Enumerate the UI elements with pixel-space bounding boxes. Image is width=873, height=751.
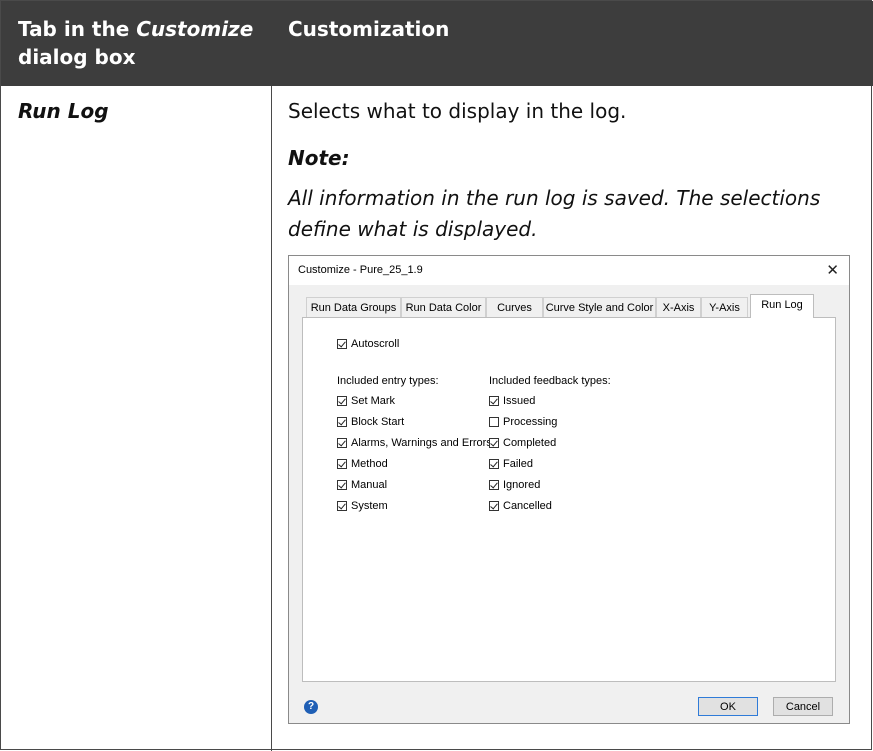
customize-dialog: Customize - Pure_25_1.9 ✕ Run Data Group…: [288, 255, 850, 724]
help-icon[interactable]: ?: [304, 700, 318, 714]
header-column-customization: Customization: [288, 17, 450, 41]
tab-y-axis[interactable]: Y-Axis: [701, 297, 748, 317]
tab-x-axis[interactable]: X-Axis: [656, 297, 701, 317]
tab-run-data-groups[interactable]: Run Data Groups: [306, 297, 401, 317]
checkbox-label: Alarms, Warnings and Errors: [351, 437, 492, 449]
row-label: Run Log: [18, 99, 109, 123]
feedback-type-failed[interactable]: Failed: [489, 458, 533, 470]
checkbox-label: Method: [351, 458, 388, 470]
tab-run-data-color[interactable]: Run Data Color: [401, 297, 486, 317]
entry-type-alarms-warnings-errors[interactable]: Alarms, Warnings and Errors: [337, 437, 492, 449]
checkbox-box[interactable]: [489, 501, 499, 511]
checkbox-label: Completed: [503, 437, 557, 449]
entry-type-method[interactable]: Method: [337, 458, 388, 470]
checkbox-box[interactable]: [489, 459, 499, 469]
header-column-tab: Tab in the Customize dialog box: [18, 15, 258, 71]
checkbox-box[interactable]: [489, 438, 499, 448]
feedback-type-processing[interactable]: Processing: [489, 416, 557, 428]
column-divider: [271, 86, 272, 751]
checkbox-label: Autoscroll: [351, 338, 400, 350]
checkbox-label: Set Mark: [351, 395, 396, 407]
checkbox-label: Manual: [351, 479, 388, 491]
checkbox-label: Processing: [503, 416, 558, 428]
feedback-type-cancelled[interactable]: Cancelled: [489, 500, 552, 512]
checkbox-label: System: [351, 500, 388, 512]
note-heading: Note:: [288, 146, 350, 170]
autoscroll-checkbox[interactable]: Autoscroll: [337, 338, 399, 350]
header-col1-prefix: Tab in the: [18, 17, 137, 41]
entry-type-system[interactable]: System: [337, 500, 388, 512]
entry-type-manual[interactable]: Manual: [337, 479, 387, 491]
checkbox-label: Block Start: [351, 416, 405, 428]
checkbox-box[interactable]: [337, 480, 347, 490]
tab-run-log[interactable]: Run Log: [750, 294, 814, 318]
checkbox-box[interactable]: [337, 396, 347, 406]
checkbox-box[interactable]: [489, 480, 499, 490]
feedback-type-completed[interactable]: Completed: [489, 437, 556, 449]
checkbox-label: Ignored: [503, 479, 541, 491]
note-body: All information in the run log is saved.…: [288, 186, 821, 241]
checkbox-box[interactable]: [337, 459, 347, 469]
row-description: Selects what to display in the log.: [288, 99, 627, 123]
entry-type-set-mark[interactable]: Set Mark: [337, 395, 395, 407]
close-icon[interactable]: ✕: [826, 261, 839, 279]
checkbox-label: Failed: [503, 458, 533, 470]
checkbox-box[interactable]: [489, 396, 499, 406]
cancel-button[interactable]: Cancel: [773, 697, 833, 716]
feedback-type-issued[interactable]: Issued: [489, 395, 535, 407]
entry-types-label: Included entry types:: [337, 375, 439, 387]
feedback-type-ignored[interactable]: Ignored: [489, 479, 540, 491]
checkbox-box[interactable]: [337, 339, 347, 349]
header-col1-emphasis: Customize: [136, 17, 254, 41]
tab-curve-style-and-color[interactable]: Curve Style and Color: [543, 297, 656, 317]
table-header: Tab in the Customize dialog box Customiza…: [1, 1, 873, 86]
checkbox-box[interactable]: [489, 417, 499, 427]
ok-button[interactable]: OK: [698, 697, 758, 716]
run-log-tab-panel: Autoscroll Included entry types: Include…: [302, 317, 836, 682]
dialog-titlebar: Customize - Pure_25_1.9 ✕: [289, 256, 849, 285]
entry-type-block-start[interactable]: Block Start: [337, 416, 404, 428]
tab-curves[interactable]: Curves: [486, 297, 543, 317]
checkbox-label: Cancelled: [503, 500, 552, 512]
checkbox-box[interactable]: [337, 438, 347, 448]
feedback-types-label: Included feedback types:: [489, 375, 611, 387]
checkbox-box[interactable]: [337, 417, 347, 427]
checkbox-label: Issued: [503, 395, 536, 407]
dialog-title: Customize - Pure_25_1.9: [298, 264, 423, 276]
checkbox-box[interactable]: [337, 501, 347, 511]
header-col1-suffix: dialog box: [18, 45, 136, 69]
